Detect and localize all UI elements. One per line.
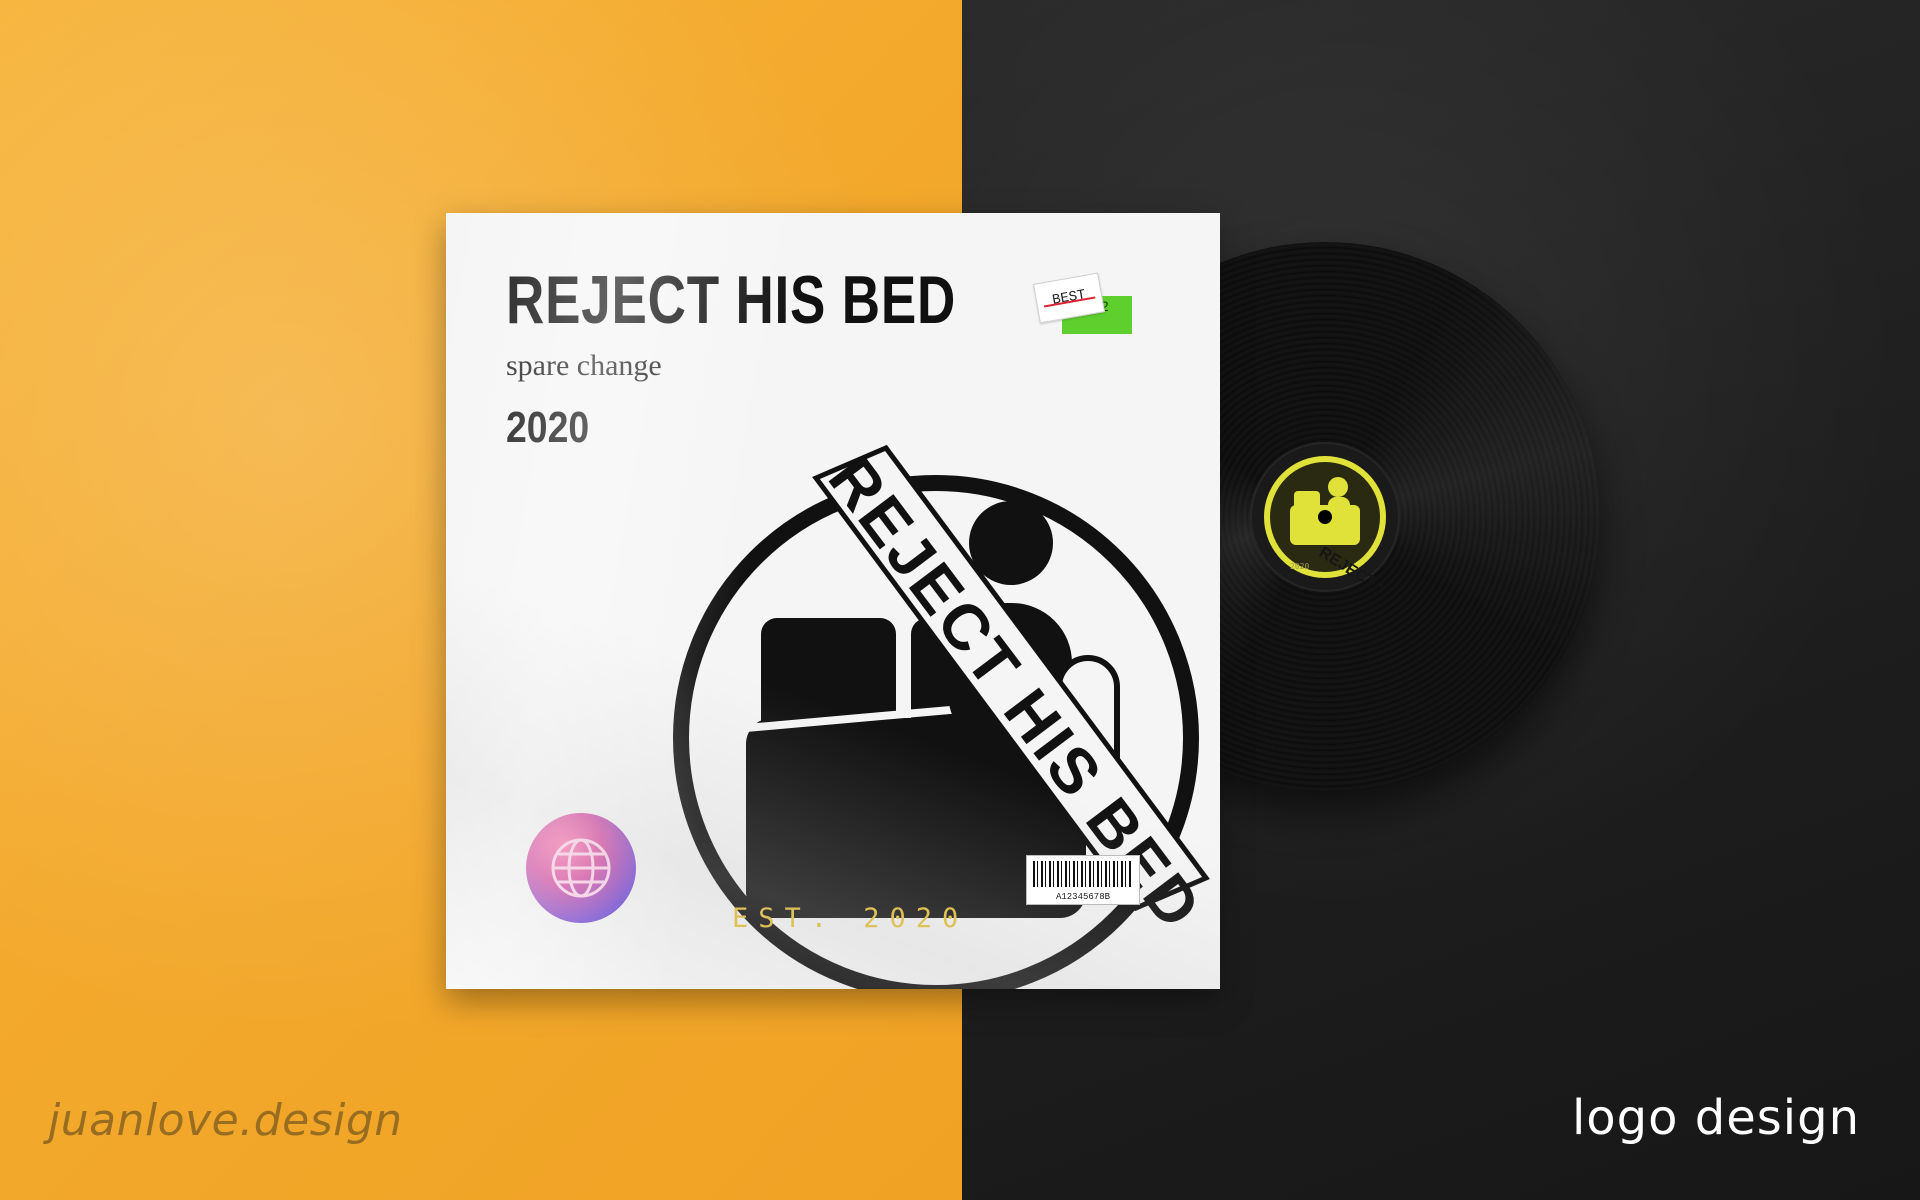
vinyl-logo-year: 2020	[1290, 562, 1309, 571]
designer-watermark: juanlove.design	[48, 1095, 403, 1146]
price-sticker: BEST $12	[1033, 272, 1136, 338]
logo-tagline: EST. 2020	[732, 903, 969, 934]
vinyl-spindle-hole	[1318, 510, 1332, 524]
barcode-bars	[1033, 861, 1133, 887]
globe-icon	[551, 838, 611, 898]
person-body-shape	[1328, 497, 1350, 515]
barcode-number: A12345678B	[1055, 892, 1110, 902]
globe-sticker	[526, 813, 636, 923]
album-title: REJECT HIS BED	[506, 262, 957, 338]
pillow-icon	[1294, 491, 1320, 509]
album-year: 2020	[506, 403, 590, 452]
barcode-sticker: A12345678B	[1026, 855, 1140, 905]
page-caption: logo design	[1571, 1090, 1860, 1146]
album-subtitle: spare change	[506, 349, 662, 382]
album-sleeve: REJECT HIS BED spare change 2020 BEST $1…	[446, 213, 1220, 989]
person-icon	[1328, 477, 1348, 497]
